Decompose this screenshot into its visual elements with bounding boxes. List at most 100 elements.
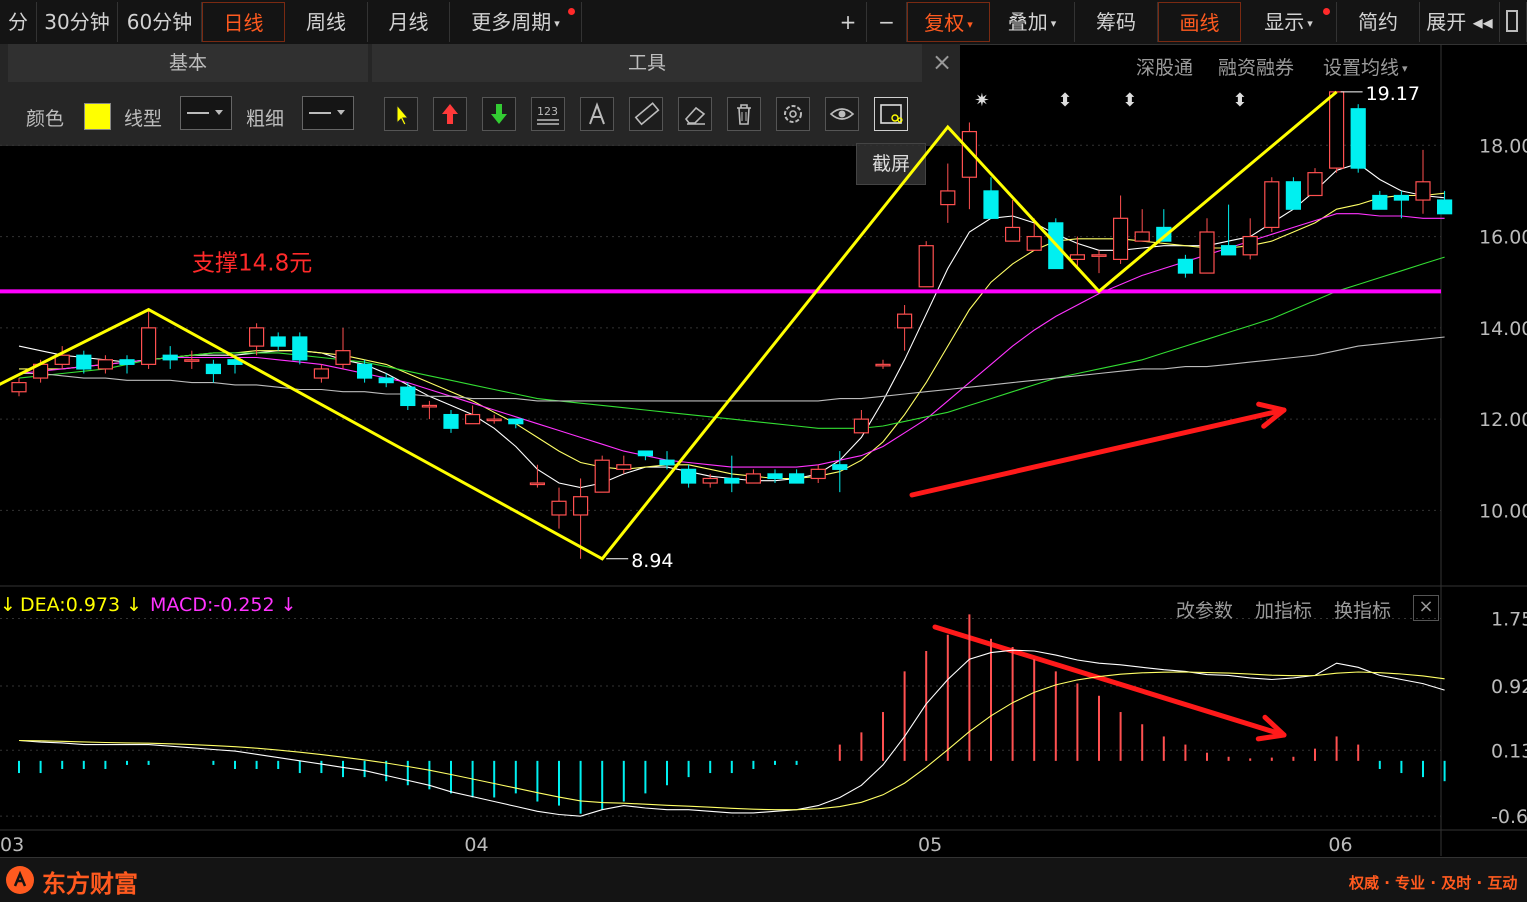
candle-body [1112, 217, 1129, 260]
candle-body [1328, 91, 1345, 169]
candle-body [421, 404, 437, 408]
footer-slogan: 权威 · 专业 · 及时 · 互动 [1349, 874, 1518, 892]
candle [465, 405, 481, 425]
x-tick-label: 05 [918, 834, 942, 856]
candle [637, 450, 654, 461]
macd-value: MACD:-0.252 [150, 594, 275, 616]
candle [1264, 177, 1280, 232]
low-price-label: 8.94 [631, 550, 673, 572]
candle [11, 378, 27, 397]
candle [97, 355, 114, 374]
candle-body [1242, 235, 1258, 256]
candle [400, 382, 416, 410]
candle [529, 464, 546, 488]
dea-value: DEA:0.973 [20, 594, 121, 616]
eastmoney-logo-icon [6, 866, 34, 894]
candle-body [918, 245, 934, 288]
macd-readout: MACD:-0.252 ↓ [150, 594, 297, 616]
price-tick-label: 12.00 [1479, 409, 1527, 431]
candle-body [400, 386, 416, 407]
ma-line-4 [19, 336, 1445, 402]
candle [594, 455, 610, 493]
candle [313, 364, 329, 383]
candle [1372, 190, 1388, 210]
candle-body [1091, 254, 1107, 257]
candle-body [249, 327, 265, 347]
event-marker-icon: ⬍ [1122, 90, 1137, 111]
price-tick-label: 10.00 [1479, 500, 1527, 522]
macd-down-arrow-icon: ↓ [274, 594, 297, 616]
candle [443, 410, 459, 433]
candle-body [378, 377, 394, 384]
trend-up-arrow [909, 407, 1287, 498]
candle [1436, 190, 1453, 215]
switch-indicator-link[interactable]: 换指标 [1334, 596, 1391, 623]
candle-body [983, 190, 999, 219]
add-indicator-link[interactable]: 加指标 [1255, 596, 1312, 623]
candle-body [529, 482, 546, 486]
candle-body [940, 190, 956, 206]
candle [205, 359, 221, 383]
candle-body [853, 418, 870, 434]
candle [896, 305, 913, 351]
candle [918, 241, 934, 288]
candle-body [616, 464, 632, 470]
candle [270, 332, 286, 351]
candle-body [1026, 235, 1042, 251]
candle-body [1134, 231, 1150, 242]
macd-tick-label: -0.68 [1491, 806, 1527, 828]
footer-logo-text: 东方财富 [42, 870, 138, 898]
candle [1393, 190, 1410, 219]
modify-params-link[interactable]: 改参数 [1176, 596, 1233, 623]
candle [1328, 91, 1345, 173]
macd-tick-label: 1.75 [1491, 608, 1527, 630]
x-tick-label: 04 [464, 834, 488, 856]
candle-body [443, 413, 459, 429]
x-tick-label: 06 [1328, 834, 1352, 856]
candle [832, 451, 848, 493]
candle-body [141, 327, 157, 365]
candle [1220, 204, 1237, 256]
candle [1307, 168, 1323, 197]
candle-body [1069, 254, 1086, 260]
zigzag-trendline [0, 90, 1338, 561]
candle [119, 355, 135, 374]
candle-body [465, 413, 481, 425]
candle-body [486, 418, 502, 422]
candle-body [162, 354, 178, 361]
indicator-close-icon[interactable]: × [1413, 595, 1439, 621]
kline-chart[interactable]: 10.00 12.00 14.00 16.00 18.00 -0.68 0.13 0.92 1.… [0, 0, 1527, 901]
candle-body [724, 477, 740, 484]
candle [853, 410, 870, 434]
ma-line-1 [19, 192, 1445, 480]
macd-tick-label: 0.92 [1491, 676, 1527, 698]
candle [421, 400, 437, 420]
price-tick-label: 14.00 [1479, 318, 1527, 340]
candle-body [745, 473, 762, 484]
candle [1199, 218, 1215, 274]
event-star-icon: ✷ [974, 90, 989, 111]
ma-line-3 [18, 256, 1445, 429]
dif-line [18, 649, 1445, 817]
candle-body [270, 336, 286, 347]
candle-body [702, 477, 718, 484]
candle [1415, 149, 1431, 214]
candle-body [357, 363, 373, 379]
candle-body [767, 473, 783, 480]
dea-line [18, 671, 1445, 811]
candle-body [1177, 258, 1194, 274]
dea-arrow-prefix-icon: ↓ [0, 594, 16, 616]
ma-line-0 [18, 162, 1445, 489]
event-marker-icon: ⬍ [1057, 90, 1072, 111]
candle [162, 346, 178, 369]
candle [680, 464, 697, 488]
macd-tick-label: 0.13 [1491, 740, 1527, 762]
candle [616, 455, 632, 474]
candle-body [1393, 194, 1410, 201]
candle-body [1436, 199, 1453, 215]
candle-body [11, 382, 27, 393]
candle-body [184, 359, 200, 362]
support-label: 支撑14.8元 [192, 250, 312, 276]
candle [1134, 209, 1150, 242]
event-marker-icon: ⬍ [1232, 90, 1247, 111]
